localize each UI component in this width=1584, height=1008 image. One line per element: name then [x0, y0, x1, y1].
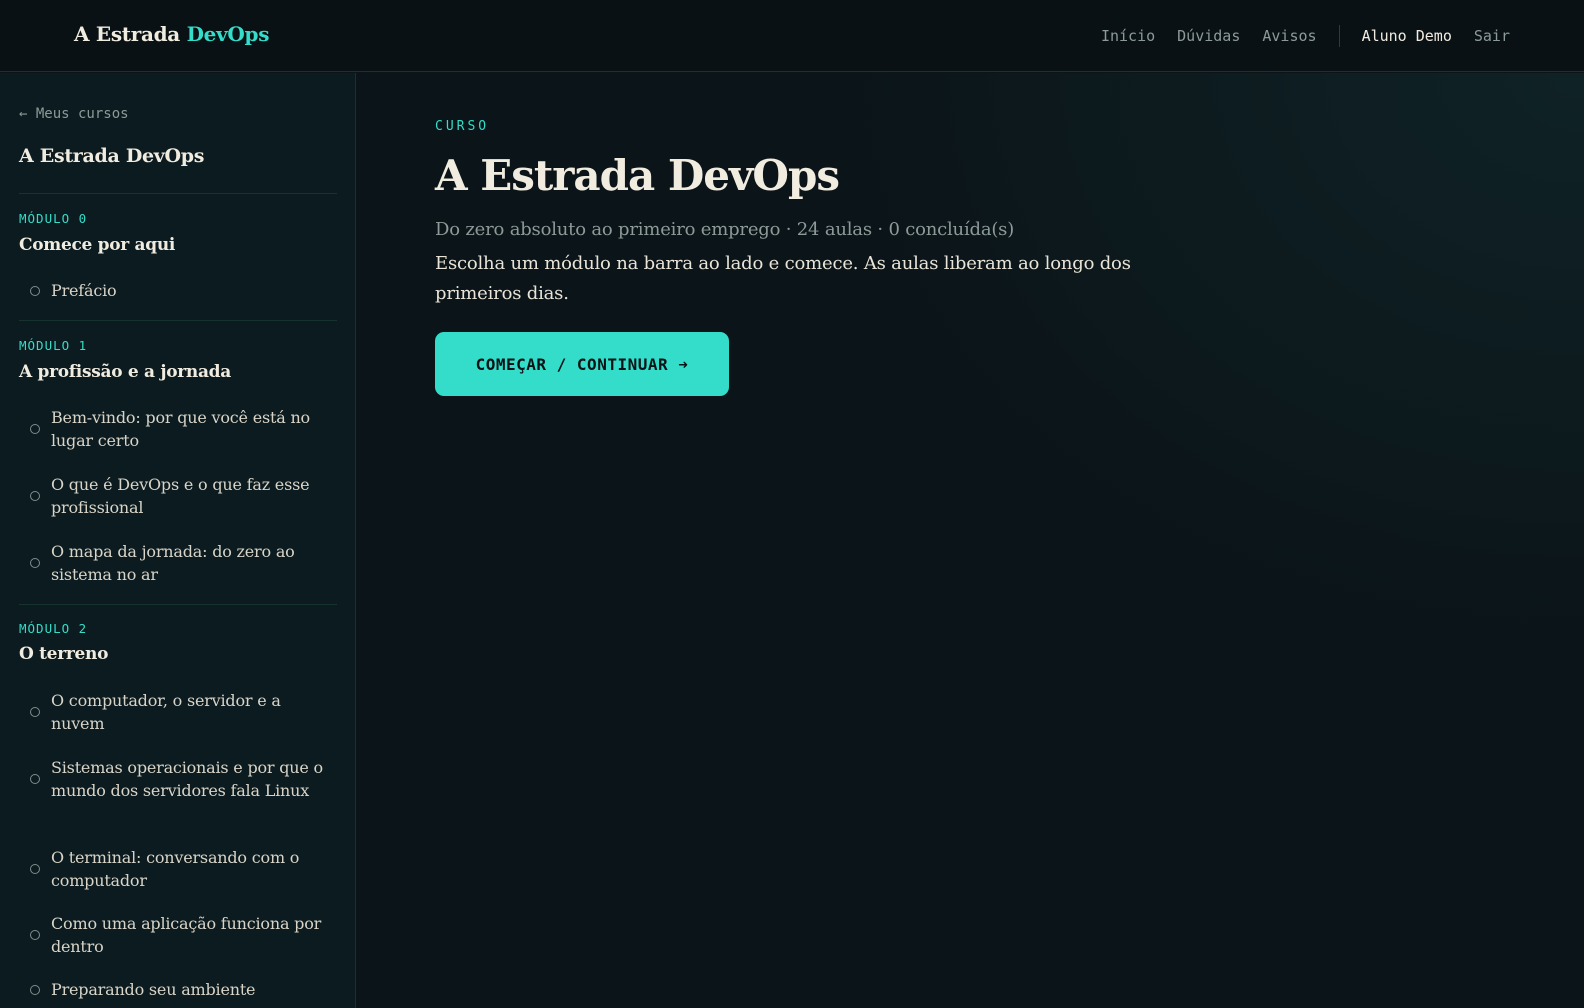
page-title: A Estrada DevOps — [435, 151, 840, 200]
lesson-title: Prefácio — [51, 281, 117, 300]
main-content: CURSO A Estrada DevOps Do zero absoluto … — [357, 73, 1584, 1008]
lesson-status-circle-icon — [30, 424, 40, 434]
logout-link[interactable]: Sair — [1474, 27, 1510, 45]
lesson-title: O computador, o servidor e a nuvem — [51, 691, 281, 733]
brand-accent: DevOps — [186, 22, 270, 46]
lesson-item[interactable]: Sistemas operacionais e por que o mundo … — [30, 756, 330, 802]
lesson-status-circle-icon — [30, 285, 40, 296]
nav-inicio[interactable]: Início — [1101, 27, 1155, 45]
module-2-title: O terreno — [19, 644, 109, 664]
top-bar: A Estrada DevOps Início Dúvidas Avisos A… — [0, 0, 1584, 72]
sidebar-course-title: A Estrada DevOps — [19, 145, 205, 167]
back-to-courses-link[interactable]: ← Meus cursos — [19, 106, 129, 122]
section-eyebrow: CURSO — [435, 119, 490, 134]
top-nav: Início Dúvidas Avisos Aluno Demo Sair — [1079, 0, 1510, 72]
nav-avisos[interactable]: Avisos — [1262, 27, 1316, 45]
lesson-title: Sistemas operacionais e por que o mundo … — [51, 758, 323, 800]
user-name: Aluno Demo — [1361, 27, 1452, 45]
lesson-item[interactable]: Bem-vindo: por que você está no lugar ce… — [30, 406, 330, 452]
lesson-title: Bem-vindo: por que você está no lugar ce… — [51, 408, 310, 450]
sidebar-divider — [19, 193, 337, 194]
lesson-title: O terminal: conversando com o computador — [51, 848, 300, 890]
nav-divider — [1338, 25, 1340, 47]
brand-prefix: A Estrada — [74, 22, 180, 46]
lesson-title: Preparando seu ambiente — [51, 980, 256, 999]
lesson-status-circle-icon — [30, 930, 40, 940]
lesson-status-circle-icon — [30, 984, 40, 995]
module-0-title: Comece por aqui — [19, 235, 176, 255]
sidebar-divider — [19, 320, 337, 321]
lesson-item[interactable]: Preparando seu ambiente — [30, 978, 330, 1001]
nav-duvidas[interactable]: Dúvidas — [1177, 27, 1240, 45]
lesson-title: Como uma aplicação funciona por dentro — [51, 914, 322, 956]
lesson-status-circle-icon — [30, 864, 40, 874]
lesson-item[interactable]: Como uma aplicação funciona por dentro — [30, 912, 330, 958]
module-1-title: A profissão e a jornada — [19, 362, 231, 382]
lesson-status-circle-icon — [30, 491, 40, 501]
brand-logo[interactable]: A Estrada DevOps — [74, 22, 270, 46]
lesson-item[interactable]: O mapa da jornada: do zero ao sistema no… — [30, 540, 330, 586]
lesson-item[interactable]: O terminal: conversando com o computador — [30, 846, 330, 892]
lesson-status-circle-icon — [30, 774, 40, 784]
lesson-item[interactable]: Prefácio — [30, 279, 330, 302]
start-continue-button[interactable]: COMEÇAR / CONTINUAR ➜ — [435, 332, 729, 396]
course-description: Escolha um módulo na barra ao lado e com… — [435, 253, 1131, 304]
course-sidebar: ← Meus cursos A Estrada DevOps MÓDULO 0 … — [0, 73, 356, 1008]
lesson-status-circle-icon — [30, 558, 40, 568]
lesson-status-circle-icon — [30, 707, 40, 717]
module-0-label: MÓDULO 0 — [19, 211, 88, 226]
lesson-item[interactable]: O que é DevOps e o que faz esse profissi… — [30, 473, 330, 519]
course-meta: Do zero absoluto ao primeiro emprego · 2… — [435, 219, 1015, 240]
lesson-title: O mapa da jornada: do zero ao sistema no… — [51, 542, 295, 584]
lesson-title: O que é DevOps e o que faz esse profissi… — [51, 475, 310, 517]
module-1-label: MÓDULO 1 — [19, 338, 88, 353]
lesson-item[interactable]: O computador, o servidor e a nuvem — [30, 689, 330, 735]
module-2-label: MÓDULO 2 — [19, 621, 88, 636]
sidebar-divider — [19, 604, 337, 605]
